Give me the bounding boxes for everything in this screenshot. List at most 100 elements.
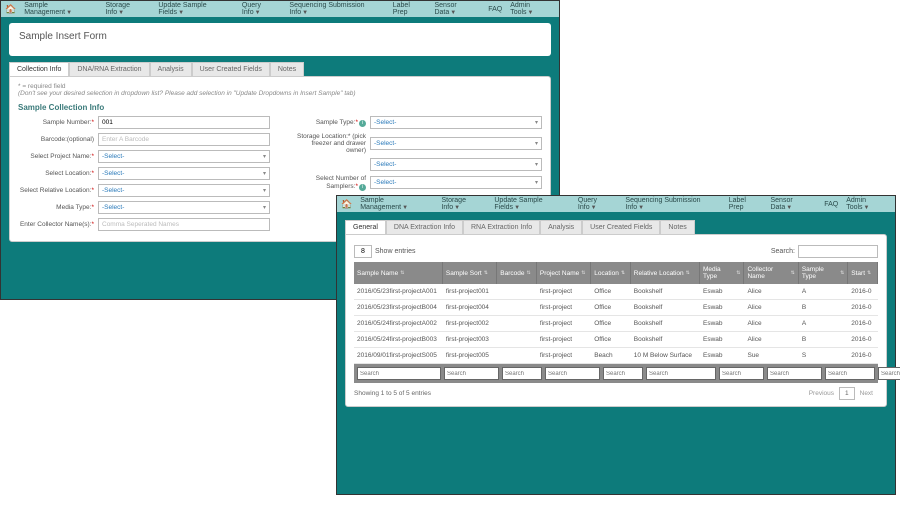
table-cell: A: [799, 284, 848, 299]
chevron-down-icon: ▾: [535, 140, 538, 147]
nav-query-info[interactable]: Query Info▼: [242, 2, 282, 16]
nav-faq[interactable]: FAQ: [488, 6, 502, 13]
table-cell: 2016/05/24first-projectA002: [354, 316, 443, 331]
right-select-3[interactable]: -Select-▾: [370, 176, 542, 189]
right-select-0[interactable]: -Select-▾: [370, 116, 542, 129]
required-hint: * = required field: [18, 83, 542, 90]
nav-storage-info[interactable]: Storage Info▼: [105, 2, 150, 16]
nav-update-sample-fields[interactable]: Update Sample Fields▼: [494, 197, 570, 211]
nav-sample-management[interactable]: Sample Management▼: [360, 197, 433, 211]
table-cell: [497, 284, 537, 299]
column-filter-input[interactable]: [878, 367, 900, 380]
form-row: Select Location:*-Select-▾: [18, 167, 270, 180]
column-header[interactable]: Project Name⇅: [537, 262, 591, 284]
tab-collection-info[interactable]: Collection Info: [9, 62, 69, 76]
nav-label-prep[interactable]: Label Prep: [393, 2, 427, 16]
table-cell: Bookshelf: [631, 300, 700, 315]
table-row[interactable]: 2016/05/23first-projectB004first-project…: [354, 300, 878, 316]
table-cell: 2016-0: [848, 300, 878, 315]
tab-user-created-fields[interactable]: User Created Fields: [582, 220, 660, 234]
left-input-6[interactable]: [98, 218, 270, 231]
column-filter-input[interactable]: [767, 367, 822, 380]
table-cell: Bookshelf: [631, 284, 700, 299]
field-label: Select Location:*: [18, 170, 98, 177]
table-cell: first-project: [537, 316, 591, 331]
left-select-5[interactable]: -Select-▾: [98, 201, 270, 214]
page-number[interactable]: 1: [839, 387, 855, 400]
table-cell: Alice: [744, 300, 798, 315]
field-label: Storage Location:* (pick freezer and dra…: [290, 133, 370, 154]
nav-storage-info[interactable]: Storage Info▼: [441, 197, 486, 211]
nav-sensor-data[interactable]: Sensor Data▼: [770, 197, 816, 211]
form-tabs: Collection Info DNA/RNA Extraction Analy…: [9, 62, 551, 76]
left-select-2[interactable]: -Select-▾: [98, 150, 270, 163]
table-row[interactable]: 2016/05/23first-projectA001first-project…: [354, 284, 878, 300]
nav-faq[interactable]: FAQ: [824, 201, 838, 208]
tab-dna-extraction-info[interactable]: DNA Extraction Info: [386, 220, 463, 234]
column-filter-input[interactable]: [603, 367, 643, 380]
column-header[interactable]: Sample Type⇅: [799, 262, 848, 284]
table-cell: 2016-0: [848, 316, 878, 331]
info-icon[interactable]: i: [359, 184, 366, 191]
column-header[interactable]: Location⇅: [591, 262, 631, 284]
tab-rna-extraction-info[interactable]: RNA Extraction Info: [463, 220, 540, 234]
nav-sequencing-submission[interactable]: Sequencing Submission Info▼: [625, 197, 720, 211]
column-filter-input[interactable]: [719, 367, 764, 380]
nav-sequencing-submission[interactable]: Sequencing Submission Info▼: [289, 2, 384, 16]
column-filter-input[interactable]: [545, 367, 600, 380]
left-select-3[interactable]: -Select-▾: [98, 167, 270, 180]
sort-icon: ⇅: [791, 270, 795, 276]
right-select-2[interactable]: -Select-▾: [370, 158, 542, 171]
sort-icon: ⇅: [840, 270, 844, 276]
tab-analysis[interactable]: Analysis: [150, 62, 192, 76]
column-header[interactable]: Collector Name⇅: [744, 262, 798, 284]
info-icon[interactable]: i: [359, 120, 366, 127]
form-row: Media Type:*-Select-▾: [18, 201, 270, 214]
nav-admin-tools[interactable]: Admin Tools▼: [846, 197, 891, 211]
table-cell: Sue: [744, 348, 798, 363]
tab-dna-rna-extraction[interactable]: DNA/RNA Extraction: [69, 62, 149, 76]
tab-user-created-fields[interactable]: User Created Fields: [192, 62, 270, 76]
column-filter-input[interactable]: [825, 367, 875, 380]
column-filter-input[interactable]: [502, 367, 542, 380]
nav-update-sample-fields[interactable]: Update Sample Fields▼: [158, 2, 234, 16]
column-filter-input[interactable]: [357, 367, 441, 380]
left-input-0[interactable]: [98, 116, 270, 129]
column-header[interactable]: Barcode⇅: [497, 262, 537, 284]
column-filter-input[interactable]: [444, 367, 499, 380]
tab-notes[interactable]: Notes: [270, 62, 304, 76]
column-header[interactable]: Sample Name⇅: [354, 262, 443, 284]
column-header[interactable]: Media Type⇅: [700, 262, 745, 284]
column-header[interactable]: Sample Sort⇅: [443, 262, 497, 284]
tab-general[interactable]: General: [345, 220, 386, 234]
table-row[interactable]: 2016/09/01first-projectS005first-project…: [354, 348, 878, 364]
form-row: Select Project Name:*-Select-▾: [18, 150, 270, 163]
left-input-1[interactable]: [98, 133, 270, 146]
next-button[interactable]: Next: [855, 388, 878, 399]
nav-label-prep[interactable]: Label Prep: [729, 197, 763, 211]
left-select-4[interactable]: -Select-▾: [98, 184, 270, 197]
field-label: Select Relative Location:*: [18, 187, 98, 194]
table-row[interactable]: 2016/05/24first-projectB003first-project…: [354, 332, 878, 348]
search-input[interactable]: [798, 245, 878, 258]
home-icon[interactable]: 🏠: [5, 4, 16, 15]
column-header[interactable]: Relative Location⇅: [631, 262, 700, 284]
right-select-1[interactable]: -Select-▾: [370, 137, 542, 150]
nav-admin-tools[interactable]: Admin Tools▼: [510, 2, 555, 16]
page-title: Sample Insert Form: [19, 31, 541, 42]
tab-notes[interactable]: Notes: [660, 220, 694, 234]
nav-sensor-data[interactable]: Sensor Data▼: [434, 2, 480, 16]
previous-button[interactable]: Previous: [804, 388, 839, 399]
tab-analysis[interactable]: Analysis: [540, 220, 582, 234]
entries-count-input[interactable]: [354, 245, 372, 258]
nav-sample-management[interactable]: Sample Management▼: [24, 2, 97, 16]
column-filter-input[interactable]: [646, 367, 716, 380]
home-icon[interactable]: 🏠: [341, 199, 352, 210]
table-cell: Beach: [591, 348, 631, 363]
navbar: 🏠 Sample Management▼ Storage Info▼ Updat…: [1, 1, 559, 17]
field-label: Media Type:*: [18, 204, 98, 211]
table-cell: first-project: [537, 300, 591, 315]
column-header[interactable]: Start⇅: [848, 262, 878, 284]
table-row[interactable]: 2016/05/24first-projectA002 first-project…: [354, 316, 878, 332]
nav-query-info[interactable]: Query Info▼: [578, 197, 618, 211]
